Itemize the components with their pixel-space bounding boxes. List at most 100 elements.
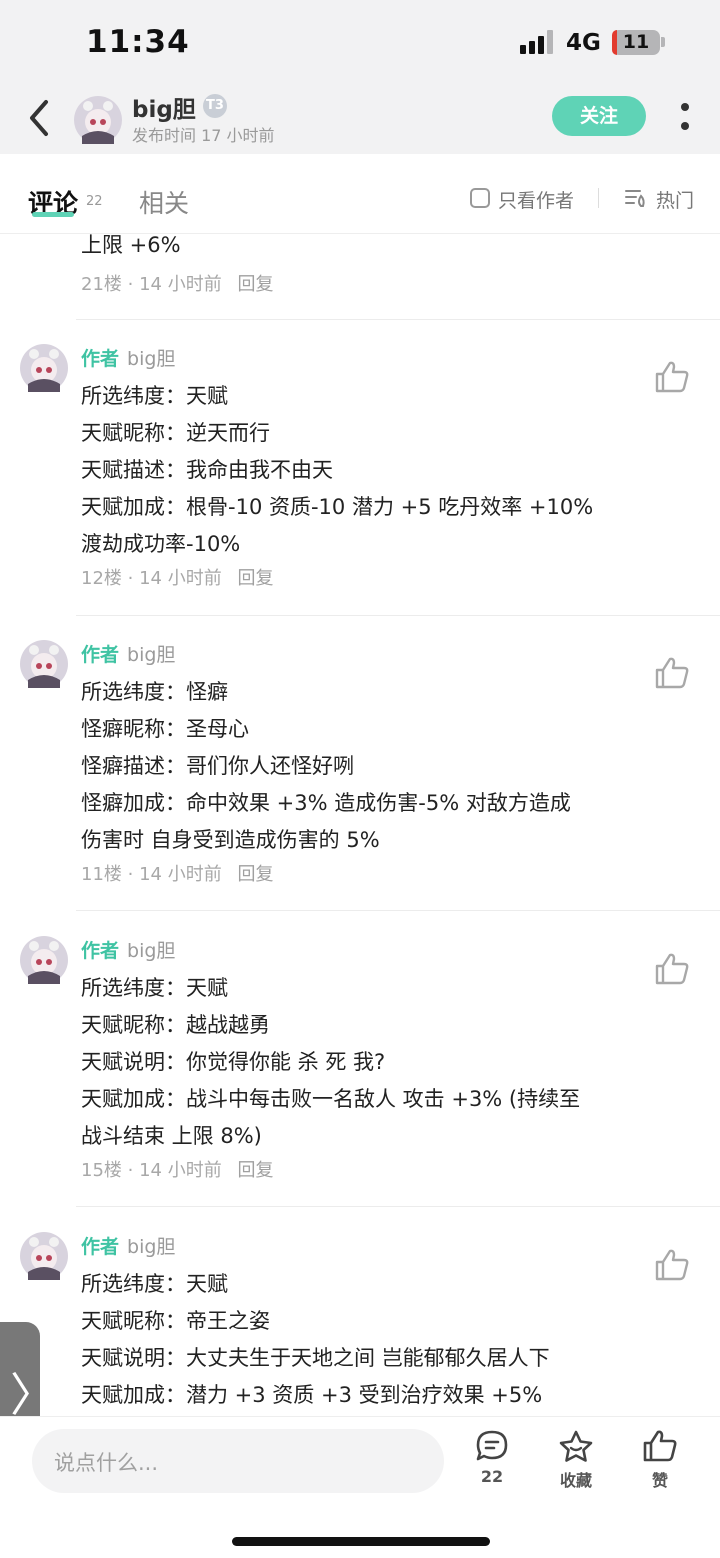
comments-count: 22: [86, 194, 103, 209]
commenter-name[interactable]: big胆: [127, 940, 175, 962]
thumbs-up-icon[interactable]: [654, 360, 690, 394]
comment-floor: 11楼: [81, 864, 122, 885]
battery-icon: 11: [612, 30, 660, 55]
comment-text-line: 上限 +6%: [81, 234, 181, 257]
commenter-avatar[interactable]: [20, 640, 68, 688]
comment-time: 14 小时前: [139, 1160, 222, 1181]
comment-body: 所选纬度：天赋 天赋昵称：越战越勇 天赋说明：你觉得你能 杀 死 我? 天赋加成…: [81, 970, 651, 1155]
comment-body: 所选纬度：天赋 天赋昵称：逆天而行 天赋描述：我命由我不由天 天赋加成：根骨-1…: [81, 378, 651, 563]
more-options-icon[interactable]: [672, 98, 698, 138]
comment-list[interactable]: 上限 +6% 21楼 · 14 小时前 回复 作者 big胆 所选纬度：天赋 天赋…: [0, 234, 720, 1416]
comment-meta: 11楼 · 14 小时前 回复: [81, 864, 274, 885]
commenter-avatar[interactable]: [20, 936, 68, 984]
comment-body: 所选纬度：天赋 天赋昵称：帝王之姿 天赋说明：大丈夫生于天地之间 岂能郁郁久居人…: [81, 1266, 651, 1414]
comment-separator: [76, 1206, 720, 1207]
author-tag: 作者: [81, 348, 120, 370]
tab-related[interactable]: 相关: [139, 184, 189, 220]
comment-text-line: 天赋加成：潜力 +3 资质 +3 受到治疗效果 +5%: [81, 1383, 543, 1407]
author-tag: 作者: [81, 644, 120, 666]
comment-text-line: 所选纬度：天赋: [81, 384, 228, 408]
comment-header: 作者 big胆: [81, 936, 175, 963]
thumbs-up-icon: [643, 1430, 677, 1462]
reply-button[interactable]: 回复: [237, 864, 273, 885]
author-tag: 作者: [81, 940, 120, 962]
comment-text-line: 天赋昵称：逆天而行: [81, 421, 270, 445]
comment-floor: 12楼: [81, 568, 122, 589]
comment-text-line: 天赋加成：战斗中每击败一名敌人 攻击 +3% (持续至: [81, 1087, 581, 1111]
comment-text-line: 天赋说明：你觉得你能 杀 死 我?: [81, 1050, 386, 1074]
comment-body: 所选纬度：怪癖 怪癖昵称：圣母心 怪癖描述：哥们你人还怪好咧 怪癖加成：命中效果…: [81, 674, 651, 859]
favorite-button[interactable]: 收藏: [546, 1429, 606, 1495]
comment-input[interactable]: 说点什么...: [32, 1429, 444, 1493]
author-tag: 作者: [81, 1236, 120, 1258]
comment-meta: 15楼 · 14 小时前 回复: [81, 1160, 274, 1181]
sort-icon: [625, 190, 645, 207]
comments-count-label: 22: [480, 1467, 504, 1486]
comment-text-line: 战斗结束 上限 8%): [81, 1124, 262, 1148]
comment-item: 作者 big胆 所选纬度：天赋 天赋昵称：逆天而行 天赋描述：我命由我不由天 天赋…: [0, 330, 720, 620]
comment-text-line: 伤害时 自身受到造成伤害的 5%: [81, 828, 380, 852]
status-time: 11:34: [86, 24, 190, 60]
author-name[interactable]: big胆: [132, 90, 196, 124]
comment-partial: 上限 +6% 21楼 · 14 小时前 回复: [81, 234, 681, 295]
commenter-avatar[interactable]: [20, 344, 68, 392]
tab-row: 评论 22 相关 只看作者 热门: [0, 154, 720, 234]
comment-text-line: 所选纬度：怪癖: [81, 680, 228, 704]
comment-text-line: 渡劫成功率-10%: [81, 532, 241, 556]
star-icon: [559, 1430, 593, 1462]
comment-separator: [76, 319, 720, 320]
comments-button[interactable]: 22: [462, 1429, 522, 1495]
comment-item: 作者 big胆 所选纬度：天赋 天赋昵称：越战越勇 天赋说明：你觉得你能 杀 死 …: [0, 922, 720, 1212]
thumbs-up-icon[interactable]: [654, 1248, 690, 1282]
commenter-avatar[interactable]: [20, 1232, 68, 1280]
comment-floor: 15楼: [81, 1160, 122, 1181]
bottom-action-bar: 说点什么... 22 收藏 赞: [0, 1416, 720, 1558]
battery-tip: [661, 37, 665, 47]
comment-text-line: 怪癖昵称：圣母心: [81, 717, 249, 741]
comment-header: 作者 big胆: [81, 640, 175, 667]
reply-button[interactable]: 回复: [237, 1160, 273, 1181]
reply-button[interactable]: 回复: [237, 274, 273, 295]
favorite-label: 收藏: [559, 1471, 592, 1490]
reply-button[interactable]: 回复: [237, 568, 273, 589]
comment-time: 14 小时前: [139, 568, 222, 589]
commenter-name[interactable]: big胆: [127, 644, 175, 666]
like-label: 赞: [651, 1471, 668, 1490]
comment-text-line: 天赋昵称：帝王之姿: [81, 1309, 270, 1333]
comment-header: 作者 big胆: [81, 344, 175, 371]
chevron-right-icon: 〉: [10, 1368, 56, 1422]
commenter-name[interactable]: big胆: [127, 1236, 175, 1258]
active-tab-indicator: [32, 212, 74, 217]
sort-label: 热门: [656, 190, 695, 212]
comment-text-line: 所选纬度：天赋: [81, 976, 228, 1000]
thumbs-up-icon[interactable]: [654, 952, 690, 986]
comment-separator: [76, 910, 720, 911]
comment-time: 14 小时前: [139, 864, 222, 885]
comment-time: 14 小时前: [139, 274, 222, 295]
author-avatar[interactable]: [74, 96, 122, 144]
comment-text-line: 所选纬度：天赋: [81, 1272, 228, 1296]
post-header: big胆 T3 发布时间 17 小时前 关注: [0, 86, 720, 154]
comment-floor: 21楼: [81, 274, 122, 295]
back-button[interactable]: [22, 98, 58, 138]
home-indicator: [232, 1537, 490, 1546]
thumbs-up-icon[interactable]: [654, 656, 690, 690]
like-button[interactable]: 赞: [630, 1429, 690, 1495]
comment-bubble-icon: [476, 1430, 508, 1461]
comment-text-line: 怪癖描述：哥们你人还怪好咧: [81, 754, 354, 778]
comment-text-line: 怪癖加成：命中效果 +3% 造成伤害-5% 对敌方造成: [81, 791, 571, 815]
commenter-name[interactable]: big胆: [127, 348, 175, 370]
comment-input-placeholder: 说点什么...: [54, 1451, 159, 1475]
post-time: 发布时间 17 小时前: [132, 126, 275, 145]
chevron-left-icon: [30, 100, 48, 136]
comment-separator: [76, 615, 720, 616]
level-badge: T3: [203, 94, 227, 118]
battery-level: 11: [622, 31, 650, 53]
follow-button[interactable]: 关注: [552, 96, 646, 136]
comment-meta: 21楼 · 14 小时前 回复: [81, 274, 274, 295]
comment-text-line: 天赋昵称：越战越勇: [81, 1013, 270, 1037]
comment-text-line: 天赋描述：我命由我不由天: [81, 458, 333, 482]
signal-icon: [520, 30, 556, 54]
comment-header: 作者 big胆: [81, 1232, 175, 1259]
comment-item: 作者 big胆 所选纬度：怪癖 怪癖昵称：圣母心 怪癖描述：哥们你人还怪好咧 怪癖…: [0, 626, 720, 916]
